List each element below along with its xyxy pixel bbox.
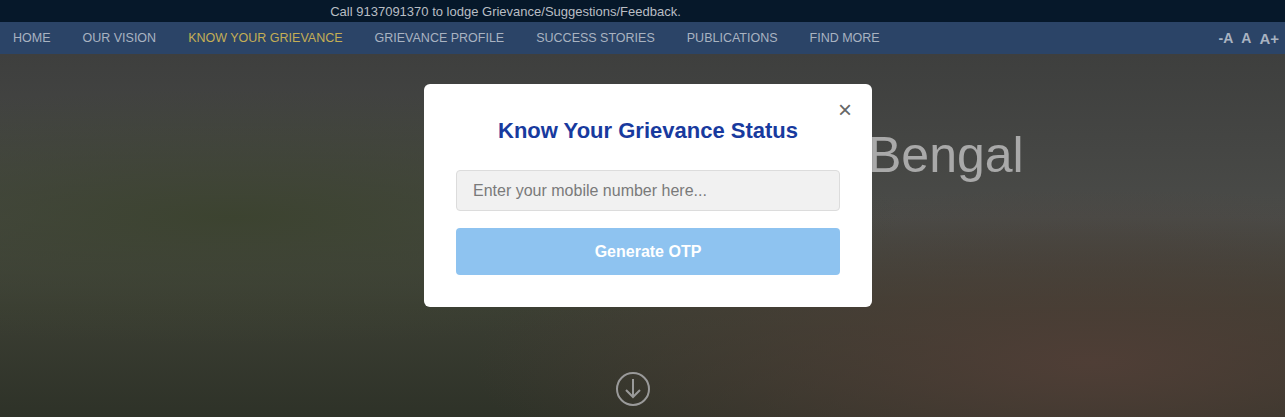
nav-menu: HOME OUR VISION KNOW YOUR GRIEVANCE GRIEVAN… [13, 27, 1219, 49]
top-bar: Call 9137091370 to lodge Grievance/Sugge… [0, 0, 1285, 22]
nav-item[interactable]: FIND MORE [810, 27, 880, 49]
dialog-title: Know Your Grievance Status [456, 118, 840, 144]
scroll-down-icon[interactable] [615, 367, 651, 417]
hero-title: Bengal [868, 126, 1024, 184]
mobile-number-input[interactable] [456, 170, 840, 211]
nav-item[interactable]: SUCCESS STORIES [536, 27, 655, 49]
helpline-text: Call 9137091370 to lodge Grievance/Sugge… [330, 4, 681, 19]
nav-bar: HOME OUR VISION KNOW YOUR GRIEVANCE GRIEVAN… [0, 22, 1285, 54]
hero-banner: Bengal ×Know Your Grievance Status Generat… [0, 54, 1285, 417]
nav-item[interactable]: PUBLICATIONS [687, 27, 778, 49]
generate-otp-button[interactable]: Generate OTP [456, 228, 840, 275]
nav-item[interactable]: HOME [13, 27, 51, 49]
font-size-button[interactable]: -A [1219, 30, 1234, 46]
nav-item[interactable]: GRIEVANCE PROFILE [375, 27, 505, 49]
close-button[interactable]: × [838, 98, 852, 122]
font-size-button[interactable]: A [1241, 30, 1251, 46]
nav-item[interactable]: KNOW YOUR GRIEVANCE [188, 27, 342, 49]
otp-dialog: ×Know Your Grievance Status Generate OTP [424, 84, 872, 307]
nav-item[interactable]: OUR VISION [83, 27, 157, 49]
font-size-controls: -A A A+ [1219, 30, 1280, 47]
font-size-button[interactable]: A+ [1259, 30, 1279, 47]
